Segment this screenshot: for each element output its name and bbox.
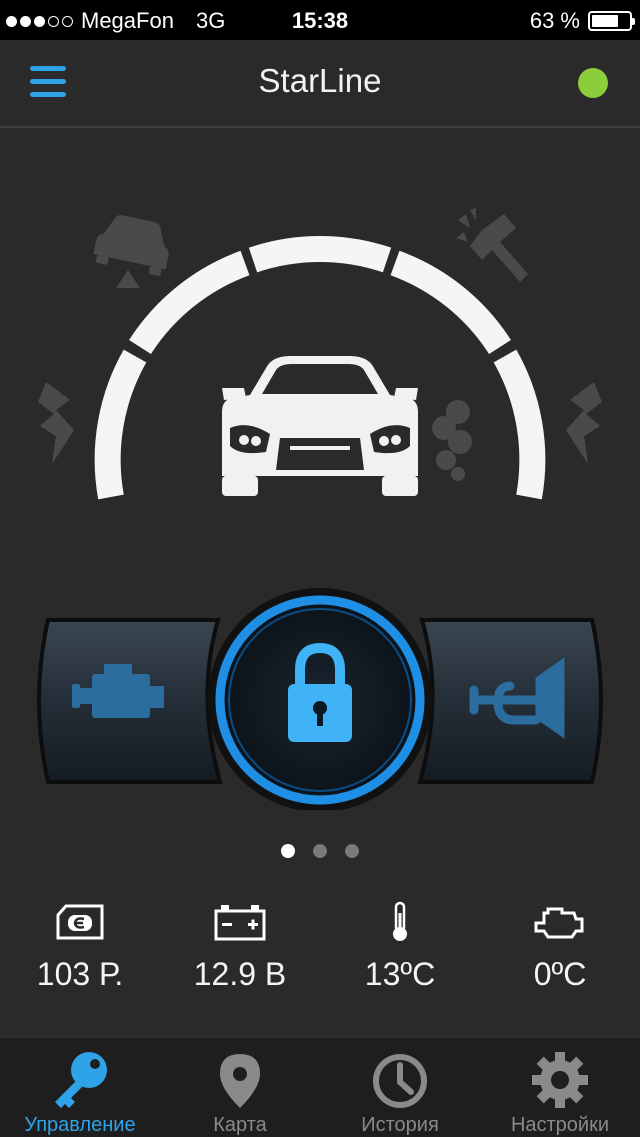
- battery-percent: 63 %: [529, 8, 580, 33]
- tab-label: Управление: [24, 1114, 136, 1136]
- engine-temp-value: 0ºC: [533, 956, 587, 992]
- status-bar: MegaFon 3G 15:38 63 %: [0, 0, 640, 40]
- control-panel: [37, 588, 603, 810]
- engine-temp-icon: [534, 907, 584, 939]
- gear-icon: [532, 1052, 588, 1108]
- page-indicator[interactable]: [0, 844, 640, 858]
- lock-button[interactable]: [208, 588, 432, 810]
- page-title: StarLine: [258, 62, 382, 99]
- tab-map[interactable]: Карта: [160, 1038, 320, 1137]
- tab-label: Карта: [213, 1114, 267, 1136]
- page-dot-3[interactable]: [345, 844, 359, 858]
- horn-button[interactable]: [417, 618, 603, 784]
- balance-card-icon: [56, 904, 104, 940]
- connection-status-indicator: [578, 68, 608, 98]
- battery-icon: [214, 905, 266, 941]
- engine-start-button[interactable]: [37, 618, 223, 784]
- tab-label: Настройки: [510, 1114, 610, 1136]
- battery-icon: [588, 11, 635, 31]
- thermometer-icon: [393, 901, 407, 941]
- status-bar-right: 63 %: [529, 8, 635, 34]
- map-pin-icon: [220, 1054, 260, 1108]
- tab-settings[interactable]: Настройки: [480, 1038, 640, 1137]
- key-icon: [55, 1052, 107, 1108]
- nav-bar: StarLine: [0, 40, 640, 128]
- battery-voltage-value: 12.9 В: [193, 956, 287, 992]
- battery-voltage-stat: 12.9 В: [160, 898, 320, 993]
- page-dot-1[interactable]: [281, 844, 295, 858]
- tab-control[interactable]: Управление: [0, 1038, 160, 1137]
- balance-stat: 103 Р.: [0, 898, 160, 993]
- tab-label: История: [361, 1114, 439, 1136]
- clock-icon: [373, 1054, 427, 1108]
- tab-history[interactable]: История: [320, 1038, 480, 1137]
- alarm-gauge: [94, 236, 546, 500]
- page-dot-2[interactable]: [313, 844, 327, 858]
- engine-temp-stat: 0ºC: [480, 898, 640, 993]
- cabin-temp-value: 13ºC: [364, 956, 436, 992]
- tab-bar: Управление Карта История Настройки: [0, 1037, 640, 1137]
- cabin-temp-stat: 13ºC: [320, 898, 480, 993]
- telemetry-row: 103 Р. 12.9 В 13ºC 0ºC: [0, 898, 640, 998]
- car-front-icon: [222, 356, 418, 496]
- balance-value: 103 Р.: [36, 956, 124, 992]
